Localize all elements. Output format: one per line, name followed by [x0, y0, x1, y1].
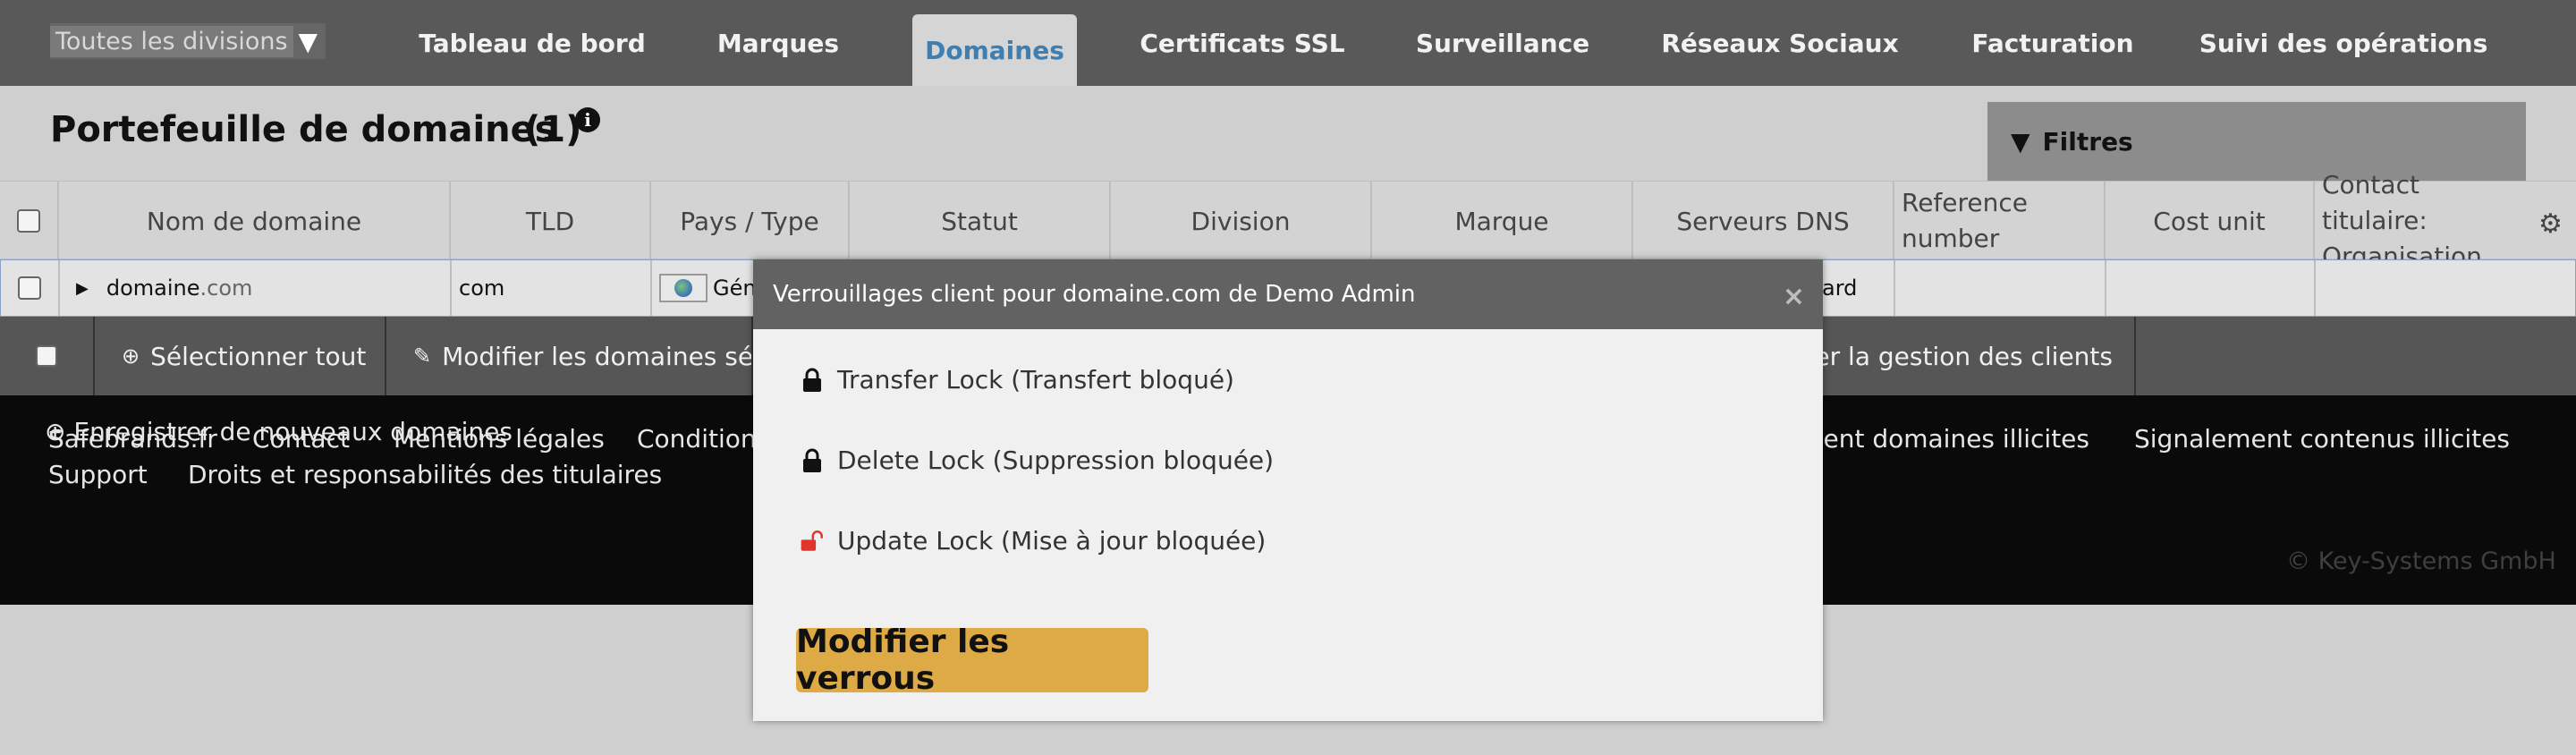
dropdown-arrow-icon: ▼: [298, 26, 318, 56]
register-domains-link[interactable]: ⊕ Enregistrer de nouveaux domaines: [45, 417, 513, 446]
dialog-header: Verrouillages client pour domaine.com de…: [753, 259, 1823, 329]
select-all-checkbox[interactable]: [17, 209, 40, 233]
column-domain-name[interactable]: Nom de domaine: [59, 182, 451, 260]
tab-domains[interactable]: Domaines: [912, 14, 1077, 86]
delete-lock-row[interactable]: Delete Lock (Suppression bloquée): [800, 445, 1274, 475]
footer-link-conditions[interactable]: Conditions: [637, 424, 753, 454]
domain-count: (1): [524, 109, 582, 150]
lock-closed-icon: [800, 448, 825, 473]
client-management-label: Modifier la gestion des clients: [1789, 341, 2113, 371]
modify-locks-button[interactable]: Modifier les verrous: [796, 624, 1148, 697]
page-title: Portefeuille de domaines: [50, 109, 556, 150]
client-locks-dialog: Verrouillages client pour domaine.com de…: [753, 259, 1823, 721]
close-icon[interactable]: ×: [1783, 281, 1805, 312]
tab-billing[interactable]: Facturation: [1959, 0, 2147, 86]
division-select-value: Toutes les divisions: [50, 25, 293, 57]
plus-circle-icon: ⊕: [45, 417, 66, 446]
tab-operations-tracking[interactable]: Suivi des opérations: [2199, 0, 2488, 86]
dialog-title: Verrouillages client pour domaine.com de…: [773, 281, 1416, 308]
triangle-down-icon: ▼: [2011, 126, 2030, 157]
tld-cell: com: [452, 260, 652, 316]
pencil-icon: ✎: [413, 344, 432, 369]
column-division[interactable]: Division: [1111, 182, 1372, 260]
column-status[interactable]: Statut: [850, 182, 1111, 260]
plus-circle-icon: ⊕: [122, 344, 140, 369]
modify-domains-label: Modifier les domaines sélectionnés: [442, 341, 753, 371]
type-text: Gén: [713, 276, 757, 301]
division-select[interactable]: Toutes les divisions ▼: [50, 23, 326, 59]
table-header: Nom de domaine TLD Pays / Type Statut Di…: [0, 170, 2576, 271]
footer-link-holder-rights[interactable]: Droits et responsabilités des titulaires: [188, 460, 662, 489]
bulk-checkbox[interactable]: [36, 345, 57, 367]
gear-icon[interactable]: ⚙: [2538, 208, 2563, 240]
bulk-checkbox-cell: [0, 317, 95, 395]
tab-brands[interactable]: Marques: [698, 0, 859, 86]
dns-cell: ard: [1815, 260, 1895, 316]
modify-domains-button[interactable]: ✎ Modifier les domaines sélectionnés: [386, 317, 753, 395]
register-domains-label: Enregistrer de nouveaux domaines: [73, 417, 513, 446]
tab-social-networks[interactable]: Réseaux Sociaux: [1661, 0, 1898, 86]
update-lock-row[interactable]: Update Lock (Mise à jour bloquée): [800, 526, 1266, 556]
column-country-type[interactable]: Pays / Type: [651, 182, 850, 260]
column-reference-number[interactable]: Reference number: [1894, 182, 2106, 260]
footer-link-illicit-content[interactable]: Signalement contenus illicites: [2134, 424, 2510, 454]
row-checkbox-cell: [1, 260, 60, 316]
tab-dashboard[interactable]: Tableau de bord: [411, 0, 653, 86]
domain-suffix: .com: [199, 276, 253, 301]
tab-monitoring[interactable]: Surveillance: [1413, 0, 1592, 86]
column-cost-unit[interactable]: Cost unit: [2106, 182, 2315, 260]
reference-cell: [1895, 260, 2106, 316]
filters-label: Filtres: [2042, 126, 2133, 157]
domain-name-cell: ▶ domaine .com: [60, 260, 452, 316]
copyright: © Key-Systems GmbH: [2286, 547, 2556, 575]
top-navigation: Toutes les divisions ▼ Tableau de bord M…: [0, 0, 2576, 86]
transfer-lock-label: Transfer Lock (Transfert bloqué): [837, 365, 1234, 394]
select-all-checkbox-cell: [0, 182, 59, 260]
delete-lock-label: Delete Lock (Suppression bloquée): [837, 445, 1275, 475]
domain-name[interactable]: domaine: [106, 276, 200, 301]
column-contact-organisation[interactable]: Contact titulaire: Organisation: [2315, 170, 2529, 271]
lock-closed-icon: [800, 368, 825, 393]
footer-link-support[interactable]: Support: [48, 460, 148, 489]
column-tld[interactable]: TLD: [451, 182, 651, 260]
tab-ssl-certificates[interactable]: Certificats SSL: [1131, 0, 1354, 86]
lock-open-icon: [800, 529, 825, 554]
row-checkbox[interactable]: [18, 276, 41, 300]
globe-flag-icon: [659, 274, 708, 302]
transfer-lock-row[interactable]: Transfer Lock (Transfert bloqué): [800, 365, 1234, 394]
expand-caret-icon[interactable]: ▶: [76, 279, 89, 298]
footer-link-illicit-domains[interactable]: Signalement domaines illicites: [1821, 424, 2089, 454]
column-dns-servers[interactable]: Serveurs DNS: [1633, 182, 1894, 260]
cost-unit-cell: [2106, 260, 2316, 316]
info-icon[interactable]: i: [575, 107, 600, 132]
column-brand[interactable]: Marque: [1372, 182, 1633, 260]
select-all-button[interactable]: ⊕ Sélectionner tout: [95, 317, 386, 395]
select-all-label: Sélectionner tout: [150, 341, 367, 371]
client-management-button[interactable]: Modifier la gestion des clients: [1789, 317, 2136, 395]
update-lock-label: Update Lock (Mise à jour bloquée): [837, 526, 1267, 556]
